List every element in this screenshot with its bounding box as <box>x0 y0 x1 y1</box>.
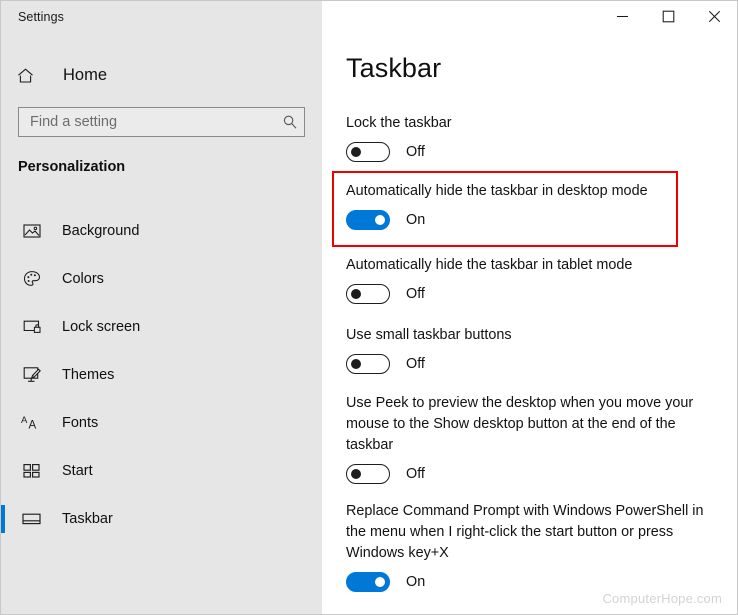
toggle-row: On <box>346 210 712 230</box>
toggle-knob <box>351 469 361 479</box>
toggle-small-taskbar-buttons[interactable] <box>346 354 390 374</box>
sidebar-item-home-label: Home <box>63 65 108 84</box>
search-input[interactable]: Find a setting <box>18 107 305 137</box>
toggle-row: Off <box>346 354 712 374</box>
sidebar-item-fonts-label: Fonts <box>62 415 99 431</box>
toggle-knob <box>351 147 361 157</box>
app-title: Settings <box>18 10 64 24</box>
setting-replace-command-prompt: Replace Command Prompt with Windows Powe… <box>346 501 712 592</box>
setting-label: Automatically hide the taskbar in deskto… <box>346 183 648 199</box>
setting-auto-hide-tablet-mode: Automatically hide the taskbar in tablet… <box>346 255 712 304</box>
maximize-icon <box>662 10 674 23</box>
svg-text:A: A <box>29 420 37 432</box>
themes-brush-icon <box>18 363 46 387</box>
setting-label: Lock the taskbar <box>346 115 452 131</box>
sidebar-item-taskbar-label: Taskbar <box>62 511 113 527</box>
sidebar-item-lock-screen[interactable]: Lock screen <box>1 303 322 351</box>
sidebar-nav-list: Background Colors Lock screen Themes A A… <box>1 207 322 543</box>
search-icon[interactable] <box>276 114 304 130</box>
sidebar-item-colors[interactable]: Colors <box>1 255 322 303</box>
toggle-knob <box>351 289 361 299</box>
close-button[interactable] <box>691 1 737 32</box>
lock-screen-icon <box>18 315 46 339</box>
toggle-state-label: Off <box>406 466 425 482</box>
setting-label: Use small taskbar buttons <box>346 327 512 343</box>
window-controls <box>599 1 737 32</box>
toggle-state-label: On <box>406 574 426 590</box>
setting-label: Use Peek to preview the desktop when you… <box>346 395 694 453</box>
setting-label: Automatically hide the taskbar in tablet… <box>346 257 633 273</box>
fonts-aa-icon: A A <box>18 411 46 435</box>
toggle-state-label: Off <box>406 356 425 372</box>
watermark: ComputerHope.com <box>602 591 722 606</box>
sidebar-item-themes[interactable]: Themes <box>1 351 322 399</box>
sidebar-item-home[interactable]: Home <box>1 59 322 91</box>
search-input-placeholder: Find a setting <box>30 114 118 130</box>
toggle-knob <box>375 577 385 587</box>
sidebar-item-start[interactable]: Start <box>1 447 322 495</box>
sidebar-selection-indicator <box>1 505 5 533</box>
setting-auto-hide-desktop-mode: Automatically hide the taskbar in deskto… <box>346 181 712 230</box>
main-panel: Taskbar Lock the taskbar Off Automatical… <box>322 1 737 614</box>
palette-icon <box>18 267 46 291</box>
sidebar-item-start-label: Start <box>62 463 93 479</box>
toggle-state-label: On <box>406 212 426 228</box>
page-title: Taskbar <box>346 53 442 83</box>
toggle-row: Off <box>346 464 712 484</box>
setting-lock-the-taskbar: Lock the taskbar Off <box>346 113 712 162</box>
sidebar-item-taskbar[interactable]: Taskbar <box>1 495 322 543</box>
minimize-button[interactable] <box>599 1 645 32</box>
sidebar-item-background-label: Background <box>62 223 140 239</box>
setting-use-peek: Use Peek to preview the desktop when you… <box>346 393 712 484</box>
toggle-use-peek[interactable] <box>346 464 390 484</box>
toggle-row: On <box>346 572 712 592</box>
image-icon <box>18 219 46 243</box>
close-icon <box>708 10 720 23</box>
sidebar: Settings Home Find a setting Personaliza… <box>1 1 322 614</box>
setting-label: Replace Command Prompt with Windows Powe… <box>346 503 704 561</box>
toggle-knob <box>375 215 385 225</box>
start-tiles-icon <box>18 459 46 483</box>
toggle-state-label: Off <box>406 286 425 302</box>
toggle-replace-command-prompt[interactable] <box>346 572 390 592</box>
toggle-knob <box>351 359 361 369</box>
toggle-auto-hide-tablet-mode[interactable] <box>346 284 390 304</box>
toggle-lock-the-taskbar[interactable] <box>346 142 390 162</box>
minimize-icon <box>616 15 628 18</box>
sidebar-section-heading: Personalization <box>18 159 126 175</box>
settings-window: Settings Home Find a setting Personaliza… <box>0 0 738 615</box>
toggle-row: Off <box>346 284 712 304</box>
taskbar-icon <box>18 507 46 531</box>
toggle-row: Off <box>346 142 712 162</box>
toggle-auto-hide-desktop-mode[interactable] <box>346 210 390 230</box>
svg-text:A: A <box>21 415 28 426</box>
toggle-state-label: Off <box>406 144 425 160</box>
sidebar-item-themes-label: Themes <box>62 367 115 383</box>
home-icon <box>16 66 50 85</box>
sidebar-item-background[interactable]: Background <box>1 207 322 255</box>
setting-small-taskbar-buttons: Use small taskbar buttons Off <box>346 325 712 374</box>
sidebar-item-lock-screen-label: Lock screen <box>62 319 141 335</box>
maximize-button[interactable] <box>645 1 691 32</box>
sidebar-item-fonts[interactable]: A A Fonts <box>1 399 322 447</box>
sidebar-item-colors-label: Colors <box>62 271 104 287</box>
